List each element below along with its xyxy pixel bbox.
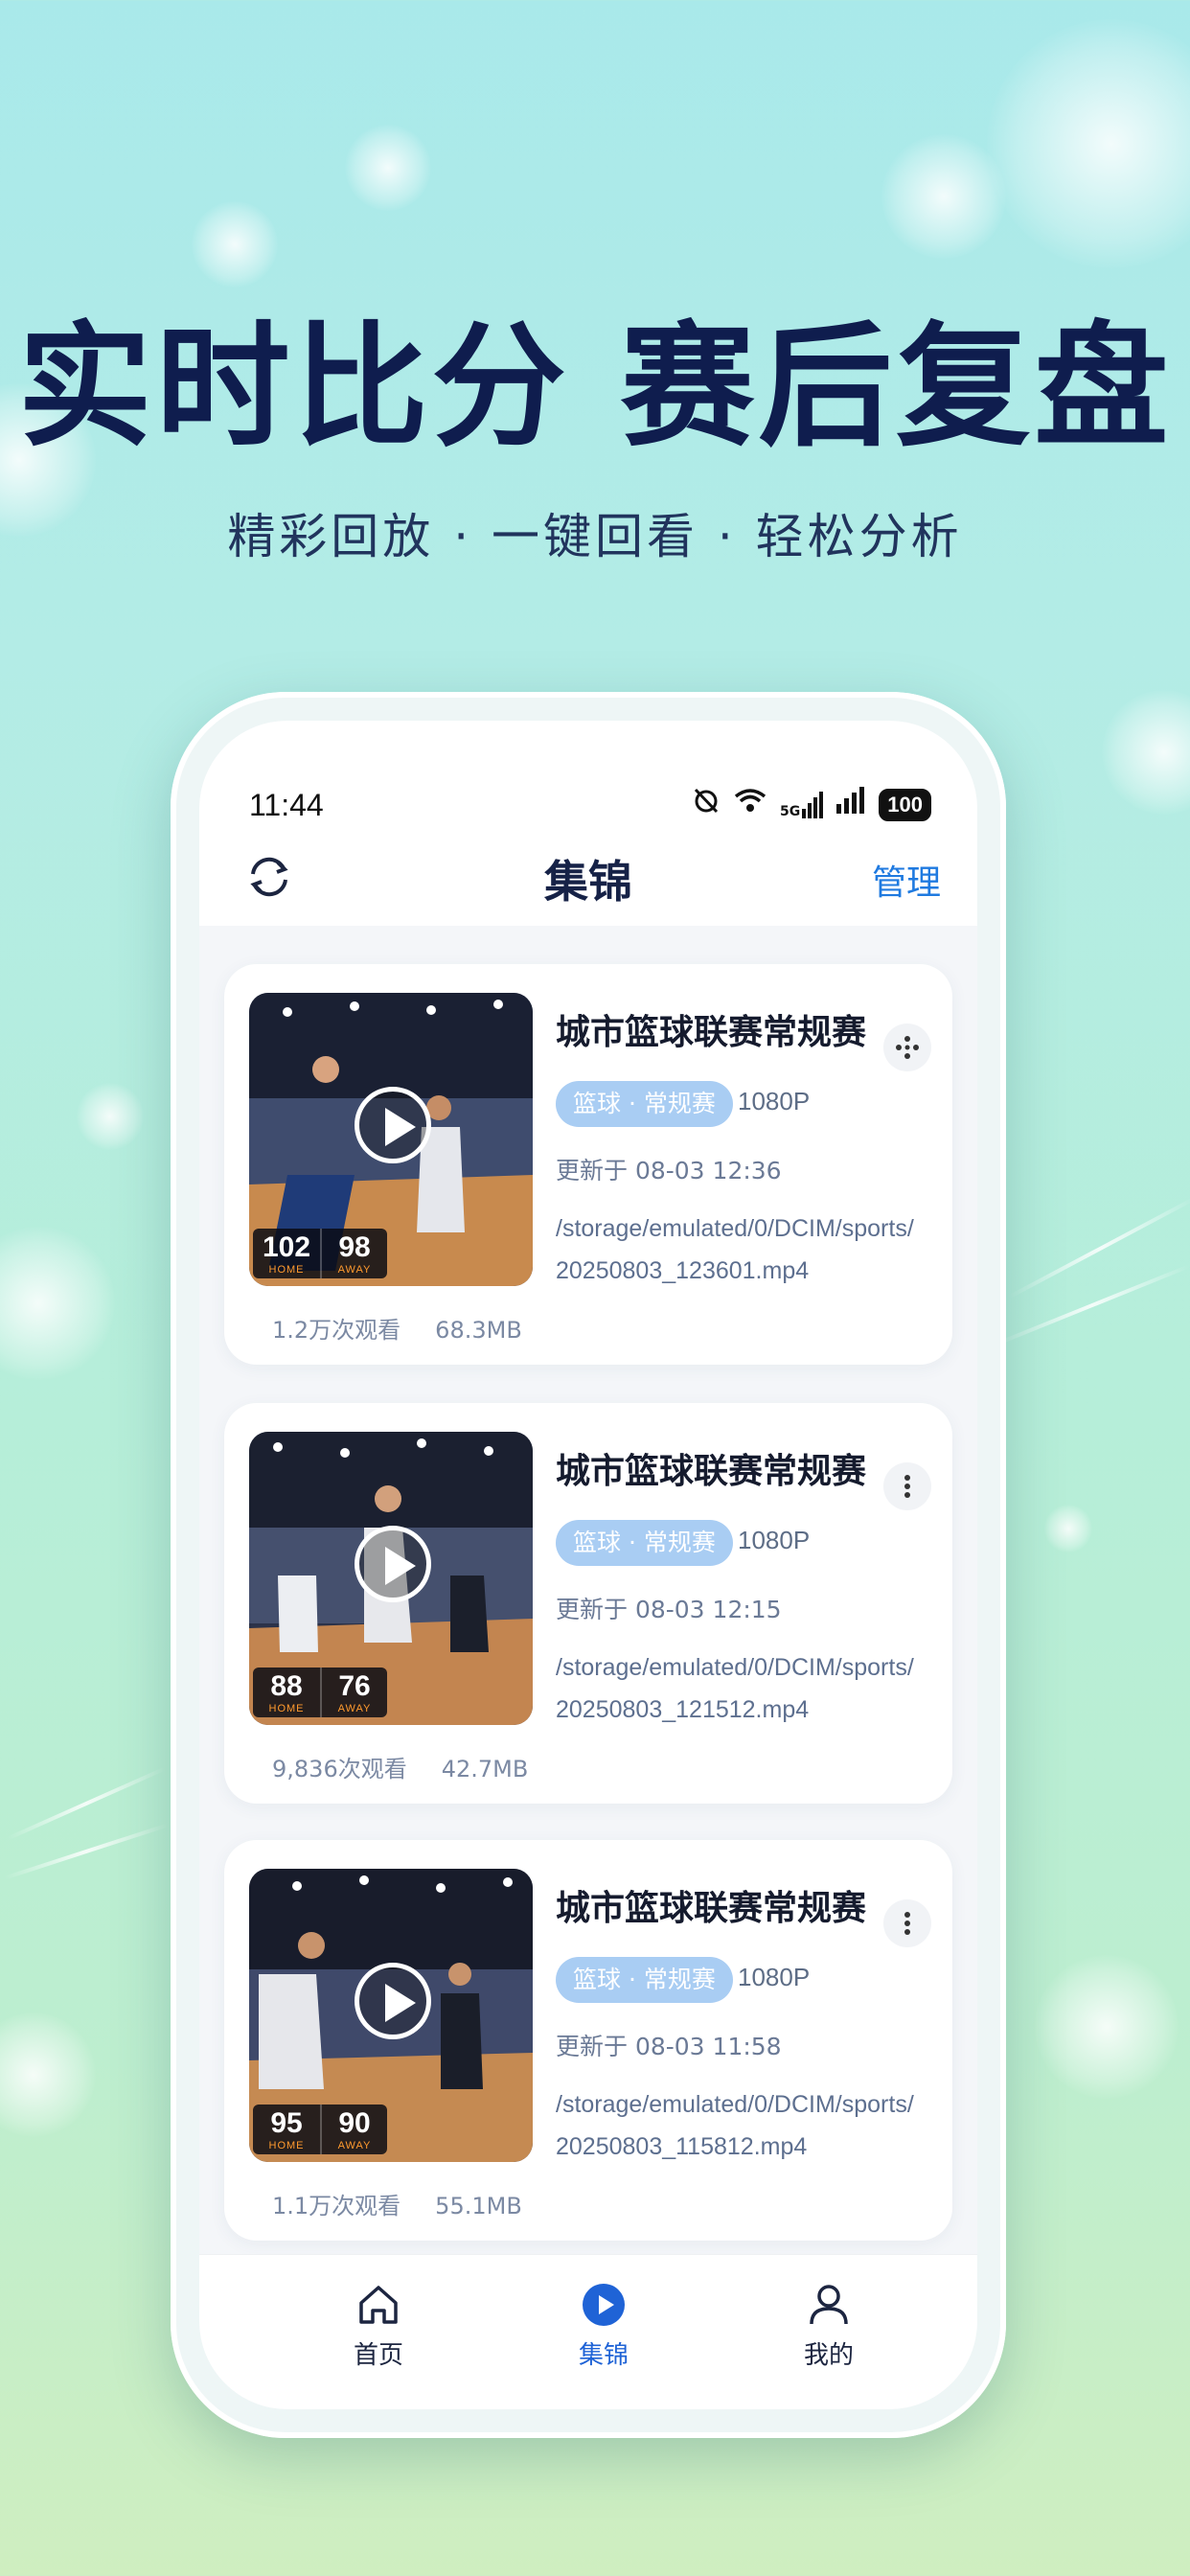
- away-score: 90: [338, 2107, 371, 2139]
- bokeh-light: [1044, 1505, 1092, 1552]
- tab-label: 我的: [803, 2341, 854, 2370]
- video-meta: 1.1万次观看 55.1MB: [272, 2187, 522, 2220]
- promo-subline: 精彩回放 · 一键回看 · 轻松分析: [227, 509, 963, 564]
- manage-button[interactable]: 管理: [872, 855, 941, 905]
- file-size: 42.7MB: [441, 1756, 529, 1782]
- video-meta: 1.2万次观看 68.3MB: [272, 1311, 522, 1345]
- alarm-off-icon: [692, 786, 721, 823]
- away-label: AWAY: [337, 1264, 372, 1276]
- bokeh-light: [0, 1227, 115, 1380]
- video-thumbnail[interactable]: 95 HOME 90 AWAY: [249, 1869, 533, 2162]
- card-title: 城市篮球联赛常规赛: [556, 1889, 867, 1928]
- page-title: 集锦: [544, 856, 632, 908]
- file-path: /storage/emulated/0/DCIM/sports/20250803…: [556, 2091, 914, 2160]
- category-tag: 篮球 · 常规赛: [556, 1081, 733, 1127]
- bokeh-light: [77, 1083, 144, 1150]
- cellular-signal-icon: [836, 787, 865, 822]
- play-icon[interactable]: [355, 1963, 431, 2039]
- status-bar: 11:44 5G 100: [199, 721, 977, 836]
- bokeh-light: [1102, 690, 1190, 815]
- bokeh-light: [192, 201, 278, 288]
- resolution-label: 1080P: [738, 1087, 811, 1116]
- view-count: 1.2万次观看: [272, 1317, 401, 1344]
- away-label: AWAY: [337, 2140, 372, 2151]
- play-icon[interactable]: [355, 1087, 431, 1163]
- tab-profile[interactable]: 我的: [762, 2280, 896, 2371]
- tab-highlights[interactable]: 集锦: [537, 2280, 671, 2371]
- file-path: /storage/emulated/0/DCIM/sports/20250803…: [556, 1215, 914, 1284]
- tab-bar: 首页 集锦 我的: [199, 2254, 977, 2409]
- file-path: /storage/emulated/0/DCIM/sports/20250803…: [556, 1654, 914, 1723]
- highlight-card[interactable]: 88 HOME 76 AWAY 城市篮球联赛常规赛 篮球 · 常规赛 1080P 更…: [224, 1403, 952, 1804]
- scoreboard: 102 HOME 98 AWAY: [253, 1229, 387, 1278]
- resolution-label: 1080P: [738, 1526, 811, 1554]
- promo-headline: 实时比分 赛后复盘: [17, 310, 1173, 466]
- phone-frame: 11:44 5G 100 集锦 管理 102 HOME 98 AWAY 城市篮球…: [171, 692, 1006, 2438]
- scoreboard: 95 HOME 90 AWAY: [253, 2104, 387, 2154]
- updated-time: 更新于 08-03 12:36: [556, 1157, 782, 1184]
- status-icons: 5G 100: [692, 786, 931, 823]
- more-options-icon[interactable]: [883, 1899, 931, 1947]
- app-bar: 集锦 管理: [199, 836, 977, 926]
- file-size: 55.1MB: [435, 2193, 522, 2220]
- tab-home[interactable]: 首页: [311, 2280, 446, 2371]
- card-title: 城市篮球联赛常规赛: [556, 1013, 867, 1052]
- light-streak: [6, 1766, 167, 1841]
- scoreboard: 88 HOME 76 AWAY: [253, 1668, 387, 1717]
- away-score: 76: [338, 1670, 371, 1702]
- battery-icon: 100: [879, 788, 931, 821]
- video-thumbnail[interactable]: 102 HOME 98 AWAY: [249, 993, 533, 1286]
- home-label: HOME: [268, 2140, 305, 2151]
- light-streak: [1007, 1196, 1190, 1300]
- bokeh-light: [881, 134, 1006, 259]
- file-size: 68.3MB: [435, 1317, 522, 1344]
- cellular-5g-icon: 5G: [780, 791, 824, 819]
- home-score: 95: [270, 2107, 303, 2139]
- updated-time: 更新于 08-03 11:58: [556, 2033, 782, 2060]
- highlight-card[interactable]: 102 HOME 98 AWAY 城市篮球联赛常规赛 篮球 · 常规赛 1080P …: [224, 964, 952, 1365]
- bokeh-light: [1035, 1955, 1179, 2099]
- network-type-label: 5G: [780, 803, 801, 819]
- home-label: HOME: [268, 1264, 305, 1276]
- category-tag: 篮球 · 常规赛: [556, 1957, 733, 2003]
- more-options-icon[interactable]: [883, 1462, 931, 1510]
- video-meta: 9,836次观看 42.7MB: [272, 1750, 528, 1783]
- resolution-label: 1080P: [738, 1963, 811, 1991]
- away-label: AWAY: [337, 1703, 372, 1714]
- home-score: 102: [262, 1231, 311, 1263]
- status-time: 11:44: [249, 788, 324, 822]
- view-count: 1.1万次观看: [272, 2193, 401, 2220]
- card-title: 城市篮球联赛常规赛: [556, 1452, 867, 1491]
- light-streak: [3, 1823, 170, 1880]
- updated-time: 更新于 08-03 12:15: [556, 1596, 782, 1623]
- category-tag: 篮球 · 常规赛: [556, 1520, 733, 1566]
- tab-label: 首页: [353, 2341, 403, 2370]
- bokeh-light: [0, 2012, 96, 2137]
- bokeh-light: [987, 19, 1190, 268]
- phone-screen: 11:44 5G 100 集锦 管理 102 HOME 98 AWAY 城市篮球…: [199, 721, 977, 2409]
- light-streak: [994, 1263, 1190, 1347]
- tab-label: 集锦: [578, 2341, 629, 2370]
- video-thumbnail[interactable]: 88 HOME 76 AWAY: [249, 1432, 533, 1725]
- view-count: 9,836次观看: [272, 1756, 407, 1782]
- home-score: 88: [270, 1670, 303, 1702]
- play-icon[interactable]: [355, 1526, 431, 1602]
- bokeh-light: [345, 125, 431, 211]
- wifi-icon: [734, 787, 767, 822]
- person-icon: [810, 2285, 848, 2325]
- move-icon[interactable]: [883, 1024, 931, 1071]
- home-icon: [359, 2286, 398, 2324]
- away-score: 98: [338, 1231, 371, 1263]
- play-circle-icon: [583, 2284, 625, 2326]
- home-label: HOME: [268, 1703, 305, 1714]
- highlight-card[interactable]: 95 HOME 90 AWAY 城市篮球联赛常规赛 篮球 · 常规赛 1080P 更…: [224, 1840, 952, 2241]
